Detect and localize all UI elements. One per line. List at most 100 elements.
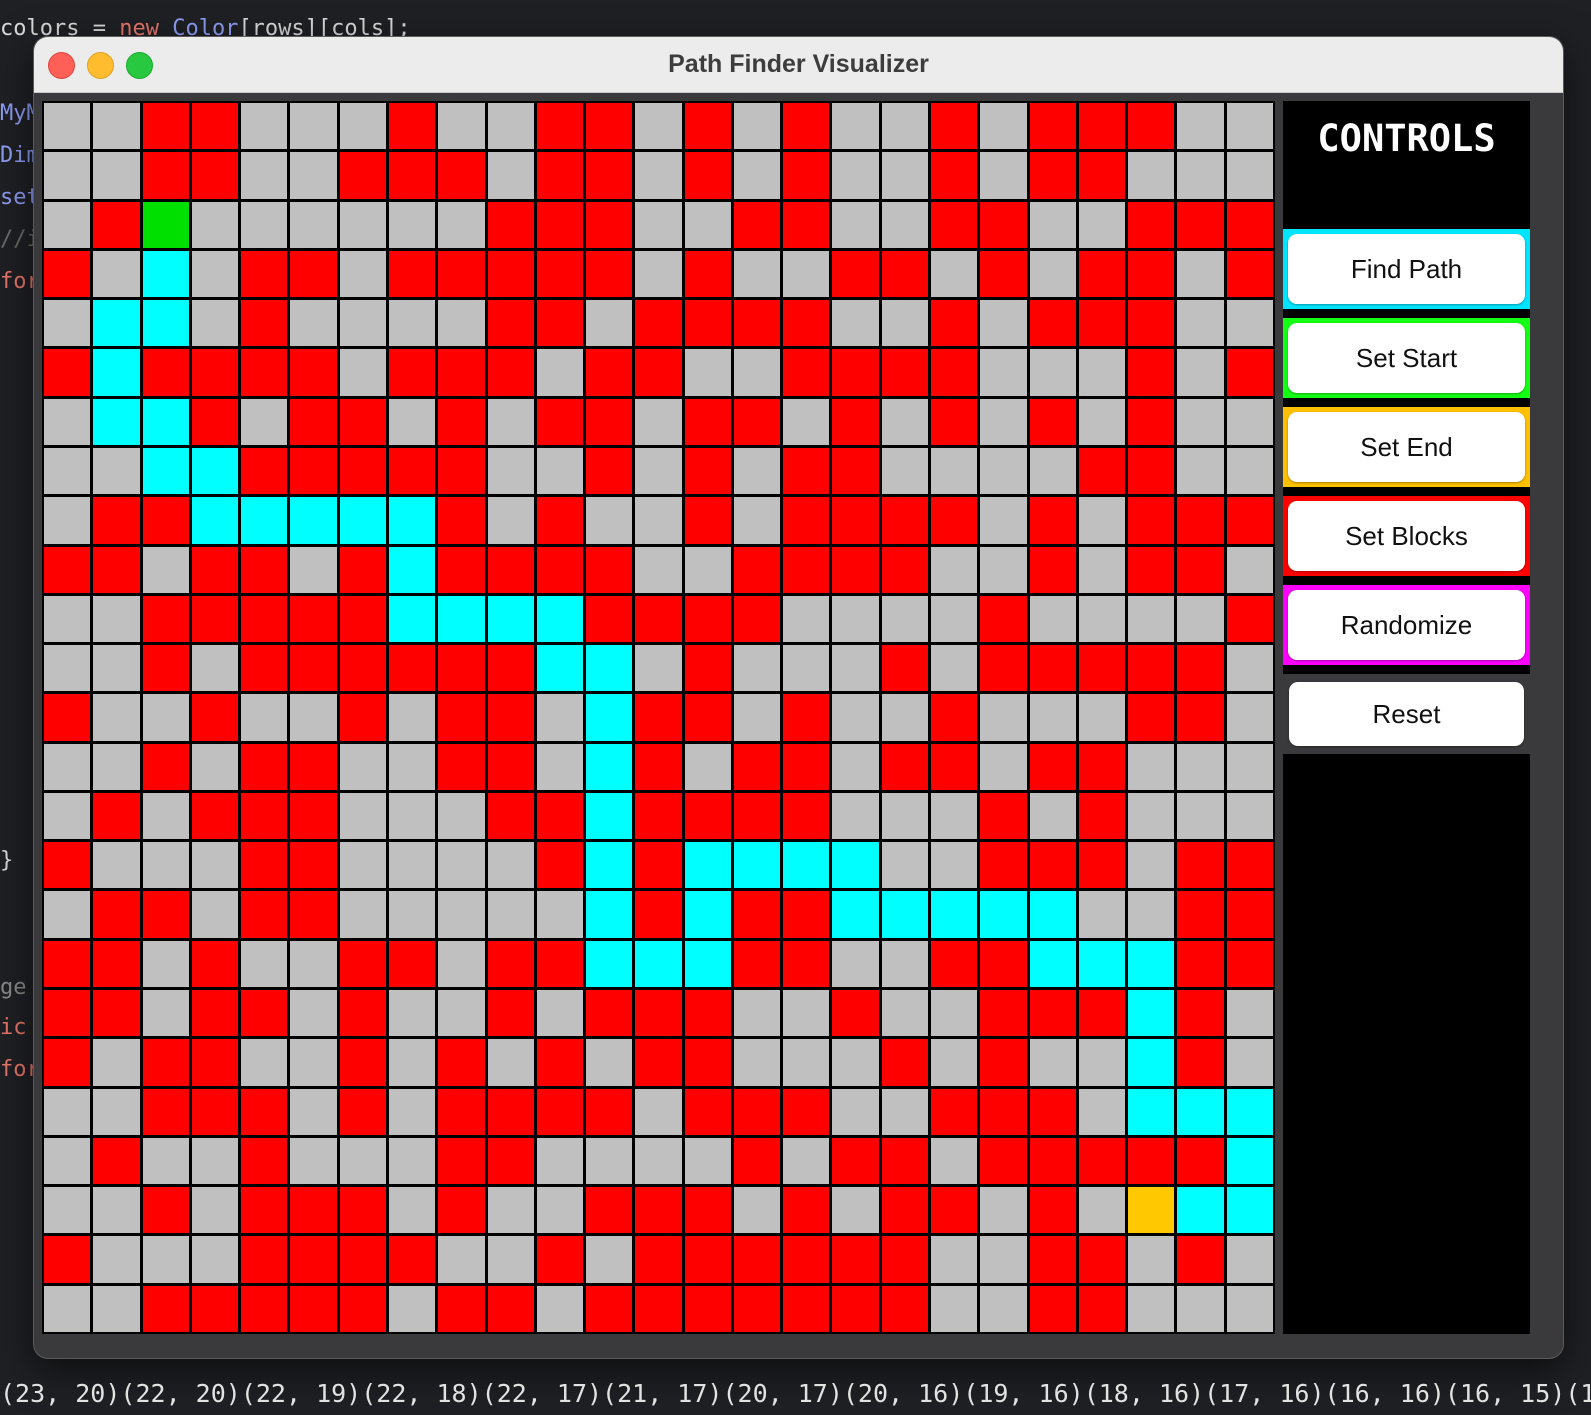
block-cell[interactable] bbox=[142, 1088, 189, 1135]
empty-cell[interactable] bbox=[733, 694, 781, 741]
empty-cell[interactable] bbox=[1177, 595, 1224, 643]
empty-cell[interactable] bbox=[783, 398, 830, 445]
block-cell[interactable] bbox=[1029, 398, 1076, 445]
empty-cell[interactable] bbox=[93, 1088, 140, 1135]
block-cell[interactable] bbox=[783, 1088, 830, 1135]
empty-cell[interactable] bbox=[931, 842, 978, 889]
block-cell[interactable] bbox=[191, 349, 239, 396]
block-cell[interactable] bbox=[339, 645, 386, 692]
empty-cell[interactable] bbox=[635, 152, 682, 199]
empty-cell[interactable] bbox=[438, 891, 485, 938]
empty-cell[interactable] bbox=[290, 694, 337, 741]
block-cell[interactable] bbox=[290, 792, 337, 840]
empty-cell[interactable] bbox=[536, 694, 584, 741]
block-cell[interactable] bbox=[1078, 792, 1126, 840]
block-cell[interactable] bbox=[733, 546, 781, 593]
block-cell[interactable] bbox=[783, 300, 830, 347]
empty-cell[interactable] bbox=[93, 1236, 140, 1283]
block-cell[interactable] bbox=[438, 1137, 485, 1185]
block-cell[interactable] bbox=[438, 1088, 485, 1135]
empty-cell[interactable] bbox=[881, 398, 929, 445]
empty-cell[interactable] bbox=[93, 250, 140, 298]
block-cell[interactable] bbox=[93, 497, 140, 544]
block-cell[interactable] bbox=[536, 201, 584, 248]
empty-cell[interactable] bbox=[635, 201, 682, 248]
block-cell[interactable] bbox=[290, 891, 337, 938]
block-cell[interactable] bbox=[1029, 152, 1076, 199]
block-cell[interactable] bbox=[783, 349, 830, 396]
empty-cell[interactable] bbox=[44, 300, 91, 347]
block-cell[interactable] bbox=[980, 940, 1027, 988]
block-cell[interactable] bbox=[635, 1236, 682, 1283]
block-cell[interactable] bbox=[980, 201, 1027, 248]
empty-cell[interactable] bbox=[1128, 891, 1175, 938]
empty-cell[interactable] bbox=[339, 300, 386, 347]
path-cell[interactable] bbox=[1029, 940, 1076, 988]
block-cell[interactable] bbox=[635, 694, 682, 741]
block-cell[interactable] bbox=[44, 1236, 91, 1283]
block-cell[interactable] bbox=[931, 1187, 978, 1234]
block-cell[interactable] bbox=[881, 743, 929, 790]
empty-cell[interactable] bbox=[1078, 595, 1126, 643]
block-cell[interactable] bbox=[536, 250, 584, 298]
empty-cell[interactable] bbox=[241, 201, 288, 248]
path-cell[interactable] bbox=[586, 940, 633, 988]
block-cell[interactable] bbox=[241, 250, 288, 298]
block-cell[interactable] bbox=[931, 497, 978, 544]
empty-cell[interactable] bbox=[832, 300, 879, 347]
block-cell[interactable] bbox=[93, 990, 140, 1037]
block-cell[interactable] bbox=[44, 349, 91, 396]
block-cell[interactable] bbox=[586, 152, 633, 199]
block-cell[interactable] bbox=[1226, 349, 1273, 396]
empty-cell[interactable] bbox=[339, 842, 386, 889]
block-cell[interactable] bbox=[1029, 1137, 1076, 1185]
empty-cell[interactable] bbox=[44, 447, 91, 495]
block-cell[interactable] bbox=[142, 595, 189, 643]
block-cell[interactable] bbox=[684, 595, 731, 643]
empty-cell[interactable] bbox=[339, 250, 386, 298]
empty-cell[interactable] bbox=[388, 1039, 436, 1086]
block-cell[interactable] bbox=[388, 1236, 436, 1283]
block-cell[interactable] bbox=[980, 645, 1027, 692]
empty-cell[interactable] bbox=[586, 1236, 633, 1283]
path-cell[interactable] bbox=[536, 645, 584, 692]
block-cell[interactable] bbox=[1128, 694, 1175, 741]
block-cell[interactable] bbox=[931, 694, 978, 741]
block-cell[interactable] bbox=[487, 940, 534, 988]
empty-cell[interactable] bbox=[487, 891, 534, 938]
empty-cell[interactable] bbox=[93, 447, 140, 495]
empty-cell[interactable] bbox=[1078, 1039, 1126, 1086]
block-cell[interactable] bbox=[1029, 645, 1076, 692]
block-cell[interactable] bbox=[832, 250, 879, 298]
block-cell[interactable] bbox=[586, 103, 633, 150]
block-cell[interactable] bbox=[635, 1285, 682, 1332]
empty-cell[interactable] bbox=[438, 103, 485, 150]
block-cell[interactable] bbox=[44, 990, 91, 1037]
block-cell[interactable] bbox=[980, 595, 1027, 643]
block-cell[interactable] bbox=[881, 349, 929, 396]
empty-cell[interactable] bbox=[536, 990, 584, 1037]
path-cell[interactable] bbox=[586, 645, 633, 692]
block-cell[interactable] bbox=[290, 250, 337, 298]
block-cell[interactable] bbox=[339, 940, 386, 988]
block-cell[interactable] bbox=[142, 103, 189, 150]
block-cell[interactable] bbox=[290, 595, 337, 643]
block-cell[interactable] bbox=[241, 447, 288, 495]
block-cell[interactable] bbox=[586, 1285, 633, 1332]
path-cell[interactable] bbox=[1177, 1187, 1224, 1234]
empty-cell[interactable] bbox=[980, 300, 1027, 347]
empty-cell[interactable] bbox=[1226, 694, 1273, 741]
block-cell[interactable] bbox=[1078, 990, 1126, 1037]
empty-cell[interactable] bbox=[44, 891, 91, 938]
path-cell[interactable] bbox=[191, 497, 239, 544]
set-blocks-button[interactable]: Set Blocks bbox=[1288, 501, 1525, 571]
empty-cell[interactable] bbox=[1226, 990, 1273, 1037]
empty-cell[interactable] bbox=[438, 940, 485, 988]
block-cell[interactable] bbox=[1029, 497, 1076, 544]
empty-cell[interactable] bbox=[339, 349, 386, 396]
block-cell[interactable] bbox=[586, 595, 633, 643]
block-cell[interactable] bbox=[931, 103, 978, 150]
empty-cell[interactable] bbox=[191, 201, 239, 248]
block-cell[interactable] bbox=[339, 398, 386, 445]
block-cell[interactable] bbox=[536, 1039, 584, 1086]
